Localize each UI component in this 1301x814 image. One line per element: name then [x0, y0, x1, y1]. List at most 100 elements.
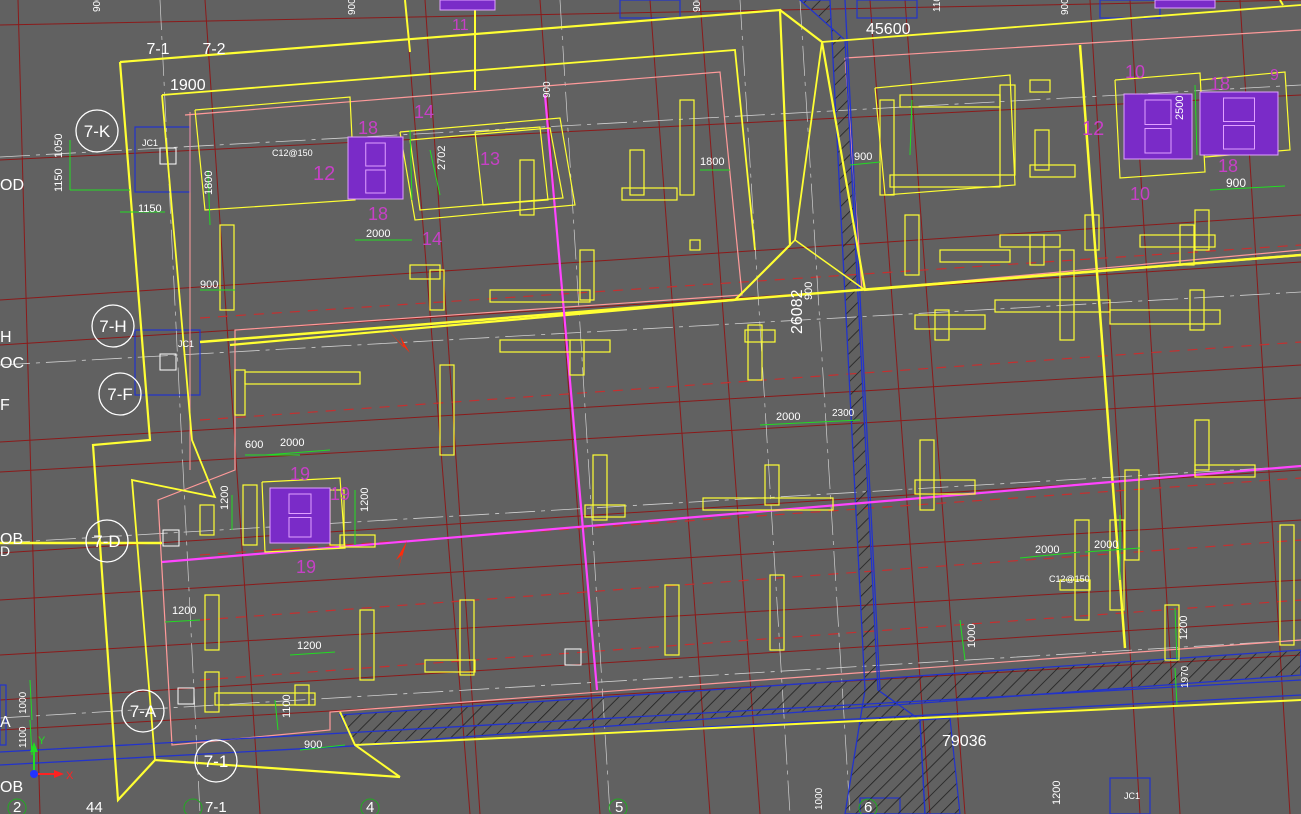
- overall-dim-26082: 26082: [789, 289, 806, 334]
- dimension-value: 900: [542, 81, 553, 98]
- axis-bubble-7-1-bottom[interactable]: 7-1: [194, 739, 238, 783]
- column-outline: [134, 126, 191, 193]
- main-wall-thick: [199, 253, 1301, 344]
- wall-segment: [679, 99, 695, 196]
- wall-segment: [439, 364, 455, 456]
- dimension-line: [289, 651, 336, 656]
- wall-segment: [489, 289, 591, 303]
- dimension-value: 1000: [18, 691, 29, 714]
- edge-label-f: F: [0, 397, 10, 414]
- dimension-value: 900: [692, 0, 703, 12]
- dimension-value: 900: [92, 0, 103, 12]
- column-outline: [856, 0, 918, 19]
- dimension-value: 2000: [1035, 544, 1059, 556]
- wall-segment: [244, 371, 361, 385]
- dimension-value: 1050: [53, 134, 65, 158]
- bottom-label-5: 5: [615, 799, 623, 814]
- axis-bubble-7-A[interactable]: 7-A: [121, 689, 165, 733]
- dimension-value: 2702: [436, 146, 448, 170]
- axis-bubble-7-H[interactable]: 7-H: [91, 304, 135, 348]
- dimension-value: 1200: [1051, 781, 1063, 805]
- rebar-note-2: C12@150: [1049, 574, 1090, 584]
- cad-drawing-canvas[interactable]: 900 1050 1150 1150 900 600 2000 1200 1200 1200 120…: [0, 0, 1301, 814]
- svg-text:Y: Y: [38, 735, 46, 747]
- pit-label: 18: [368, 204, 388, 224]
- wall-segment: [994, 299, 1111, 313]
- wall-segment: [204, 594, 220, 651]
- wall-segment: [879, 99, 895, 196]
- dimension-line: [909, 99, 913, 156]
- dimension-line: [959, 619, 966, 661]
- wall-segment: [904, 214, 920, 276]
- pit-label: 19: [296, 557, 316, 577]
- dashed-reference-line: [199, 341, 1301, 421]
- column-marker: [159, 353, 177, 371]
- svg-text:7-A: 7-A: [130, 702, 157, 721]
- axis-line: [0, 291, 1301, 366]
- pit-wall: [874, 74, 1016, 196]
- svg-text:7-D: 7-D: [93, 532, 120, 551]
- dimension-value: 2000: [280, 437, 304, 449]
- dimension-value: 2500: [1174, 96, 1186, 120]
- axis-line: [0, 465, 1301, 544]
- wall-segment: [744, 329, 776, 343]
- wall-segment: [214, 692, 316, 706]
- wall-segment: [234, 369, 246, 416]
- dimension-value: 1100: [281, 694, 293, 718]
- dimension-line: [1174, 607, 1178, 661]
- wall-segment: [1029, 164, 1076, 178]
- wall-segment: [219, 224, 235, 311]
- dimension-value: 1800: [700, 156, 724, 168]
- purple-pit: [347, 136, 404, 200]
- purple-pit: [269, 487, 331, 544]
- grid-line-horizontal: [0, 397, 1301, 473]
- axis-bubble-7-D[interactable]: 7-D: [85, 519, 129, 563]
- wall-segment: [424, 659, 476, 673]
- column-marker: [564, 648, 582, 666]
- dimension-value: 1200: [172, 605, 196, 617]
- pit-label: 19: [290, 464, 310, 484]
- rebar-note-1: C12@150: [272, 148, 313, 158]
- pit-label: 14: [422, 229, 442, 249]
- bottom-label-44: 44: [86, 799, 103, 814]
- edge-label-oc: OC: [0, 355, 24, 372]
- axis-bubble-7-K[interactable]: 7-K: [75, 109, 119, 153]
- wall-segment: [1029, 79, 1051, 93]
- wall-segment: [294, 684, 310, 706]
- pit-label: 12: [1082, 118, 1104, 140]
- dimension-value: 1150: [138, 203, 162, 215]
- svg-text:X: X: [66, 770, 74, 782]
- dimension-value: 900: [1060, 0, 1071, 15]
- wall-segment: [689, 239, 701, 251]
- pit-label: 12: [313, 163, 335, 185]
- wall-segment: [939, 249, 1011, 263]
- wall-segment: [899, 94, 1001, 108]
- overall-dim-79036: 79036: [942, 733, 987, 750]
- pit-wall: [409, 127, 564, 211]
- overall-dim-1900: 1900: [170, 77, 206, 94]
- dimension-value: 900: [200, 279, 218, 291]
- grid-line-horizontal: [0, 94, 1301, 161]
- edge-label-od: OD: [0, 177, 24, 194]
- wall-segment: [519, 159, 535, 216]
- wall-segment: [1074, 519, 1090, 621]
- magenta-beam: [161, 464, 1301, 564]
- wall-segment: [914, 314, 986, 330]
- dimension-value: 900: [854, 151, 872, 163]
- jc1-label-3: JC1: [1124, 791, 1140, 801]
- pit-label: 10: [1130, 184, 1150, 204]
- wall-segment: [242, 484, 258, 546]
- purple-pit: [1154, 0, 1216, 9]
- dimension-value: 1150: [53, 168, 65, 192]
- purple-pit: [1199, 91, 1279, 156]
- edge-label-a: A: [0, 714, 11, 731]
- dimension-value: 2000: [1094, 539, 1118, 551]
- wall-segment: [1279, 524, 1295, 646]
- main-wall: [404, 0, 411, 53]
- wall-segment: [204, 671, 220, 713]
- pit-label: 9: [1270, 67, 1279, 84]
- wall-segment: [359, 609, 375, 681]
- dimension-line: [29, 679, 33, 721]
- jc1-label-2: JC1: [178, 339, 194, 349]
- wall-segment: [889, 174, 1001, 188]
